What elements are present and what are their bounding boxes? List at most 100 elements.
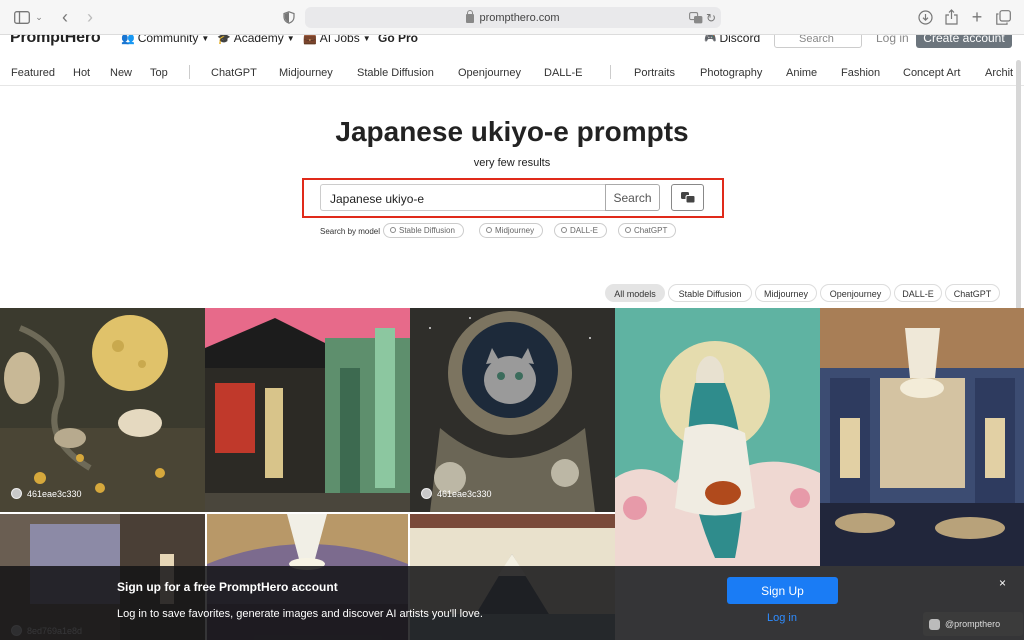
- filter-chatgpt[interactable]: ChatGPT: [945, 284, 1000, 302]
- chip-label: DALL-E: [570, 226, 599, 235]
- chevron-left-icon[interactable]: ‹: [58, 7, 72, 27]
- url-text: prompthero.com: [479, 11, 560, 24]
- cat-portraits[interactable]: Portraits: [634, 67, 675, 79]
- header-login-link[interactable]: Log in: [876, 35, 909, 45]
- cat-anime[interactable]: Anime: [786, 67, 817, 79]
- cat-architecture[interactable]: Archit: [985, 67, 1013, 79]
- chip-label: ChatGPT: [634, 226, 668, 235]
- chip-label: Midjourney: [495, 226, 535, 235]
- browser-toolbar: ⌄ ‹ › prompthero.com ↻ +: [0, 0, 1024, 35]
- category-bar: Featured Hot New Top ChatGPT Midjourney …: [0, 58, 1024, 86]
- author-name: 461eae3c330: [437, 488, 492, 499]
- page-scrollbar[interactable]: [1016, 60, 1021, 310]
- search-icon: [561, 227, 567, 233]
- caret-down-icon: ▼: [286, 35, 295, 43]
- artwork-image: [410, 308, 615, 512]
- cat-openjourney[interactable]: Openjourney: [458, 67, 521, 79]
- model-chip-dall-e[interactable]: DALL-E: [554, 223, 608, 238]
- translate-button[interactable]: [671, 184, 704, 211]
- header-search-input[interactable]: Search: [774, 35, 862, 48]
- lock-icon: [466, 10, 475, 23]
- create-account-button[interactable]: Create account: [916, 35, 1012, 48]
- download-icon[interactable]: [917, 8, 933, 26]
- share-icon[interactable]: [944, 8, 958, 26]
- artwork-image: [820, 308, 1024, 566]
- banner-login-link[interactable]: Log in: [767, 612, 797, 624]
- author-tag[interactable]: 461eae3c330: [11, 488, 82, 499]
- cat-concept-art[interactable]: Concept Art: [903, 67, 960, 79]
- translate-icon[interactable]: [689, 9, 703, 27]
- sidebar-icon[interactable]: [14, 8, 30, 26]
- search-icon: [486, 227, 492, 233]
- search-input[interactable]: Japanese ukiyo-e: [320, 184, 606, 211]
- gallery-image-ballroom[interactable]: [820, 308, 1024, 566]
- cat-fashion[interactable]: Fashion: [841, 67, 880, 79]
- address-bar[interactable]: prompthero.com: [305, 7, 721, 28]
- nav-label: AI Jobs: [319, 35, 360, 45]
- artwork-image: [205, 308, 410, 512]
- author-name: 461eae3c330: [27, 488, 82, 499]
- cat-dall-e[interactable]: DALL-E: [544, 67, 583, 79]
- watermark-badge: @prompthero: [923, 612, 1023, 636]
- chevron-right-icon[interactable]: ›: [83, 7, 97, 27]
- caret-down-icon: ▼: [362, 35, 371, 43]
- people-icon: 👥: [121, 35, 135, 45]
- cat-photography[interactable]: Photography: [700, 67, 762, 79]
- cat-chatgpt[interactable]: ChatGPT: [211, 67, 257, 79]
- model-chip-chatgpt[interactable]: ChatGPT: [618, 223, 677, 238]
- nav-ai-jobs[interactable]: 💼 AI Jobs ▼: [303, 35, 371, 45]
- plus-icon[interactable]: +: [970, 7, 984, 27]
- graduation-cap-icon: 🎓: [217, 35, 231, 45]
- site-header: PromptHero 👥 Community ▼ 🎓 Academy ▼ 💼 A…: [0, 35, 1024, 50]
- gallery-image-astronaut-cat[interactable]: 461eae3c330: [410, 308, 615, 512]
- nav-go-pro[interactable]: Go Pro: [378, 35, 418, 45]
- discord-icon: 🎮: [704, 35, 717, 44]
- caret-down-icon: ▼: [201, 35, 210, 43]
- author-tag[interactable]: 461eae3c330: [421, 488, 492, 499]
- chevron-down-icon[interactable]: ⌄: [35, 8, 43, 26]
- filter-all-models[interactable]: All models: [605, 284, 665, 302]
- filter-openjourney[interactable]: Openjourney: [820, 284, 891, 302]
- artwork-image: [0, 308, 205, 512]
- cat-top[interactable]: Top: [150, 67, 168, 79]
- cat-new[interactable]: New: [110, 67, 132, 79]
- site-logo[interactable]: PromptHero: [10, 35, 101, 47]
- cat-featured[interactable]: Featured: [11, 67, 55, 79]
- category-divider: [189, 65, 190, 79]
- reload-icon[interactable]: ↻: [705, 9, 717, 27]
- signup-button[interactable]: Sign Up: [727, 577, 838, 604]
- shield-icon[interactable]: [282, 8, 296, 26]
- banner-title: Sign up for a free PromptHero account: [117, 580, 338, 594]
- cat-midjourney[interactable]: Midjourney: [279, 67, 333, 79]
- gallery-image-street[interactable]: [205, 308, 410, 512]
- nav-community[interactable]: 👥 Community ▼: [121, 35, 209, 45]
- gallery-image-cats-moon[interactable]: 461eae3c330: [0, 308, 205, 512]
- avatar: [421, 488, 432, 499]
- nav-label: Go Pro: [378, 35, 419, 45]
- search-button[interactable]: Search: [605, 184, 660, 211]
- search-icon: [390, 227, 396, 233]
- discord-link[interactable]: 🎮 Discord: [704, 35, 760, 45]
- category-divider: [610, 65, 611, 79]
- close-icon[interactable]: ×: [999, 576, 1006, 590]
- nav-academy[interactable]: 🎓 Academy ▼: [217, 35, 295, 45]
- page-title: Japanese ukiyo-e prompts: [335, 116, 689, 147]
- tabs-icon[interactable]: [995, 8, 1011, 26]
- search-by-model-label: Search by model: [320, 227, 381, 236]
- model-chip-stable-diffusion[interactable]: Stable Diffusion: [383, 223, 464, 238]
- filter-dall-e[interactable]: DALL-E: [894, 284, 942, 302]
- signup-banner: Sign up for a free PromptHero account Lo…: [0, 566, 1024, 640]
- model-chip-midjourney[interactable]: Midjourney: [479, 223, 544, 238]
- discord-label: Discord: [719, 35, 761, 45]
- cat-stable-diffusion[interactable]: Stable Diffusion: [357, 67, 434, 79]
- gallery-image-musician[interactable]: [615, 308, 820, 566]
- filter-stable-diffusion[interactable]: Stable Diffusion: [668, 284, 752, 302]
- artwork-image: [615, 308, 820, 566]
- translate-icon: [680, 192, 695, 203]
- avatar: [11, 488, 22, 499]
- filter-midjourney[interactable]: Midjourney: [755, 284, 817, 302]
- watermark-text: @prompthero: [945, 619, 1001, 629]
- banner-text: Log in to save favorites, generate image…: [117, 608, 483, 620]
- results-count: very few results: [473, 157, 551, 169]
- cat-hot[interactable]: Hot: [73, 67, 90, 79]
